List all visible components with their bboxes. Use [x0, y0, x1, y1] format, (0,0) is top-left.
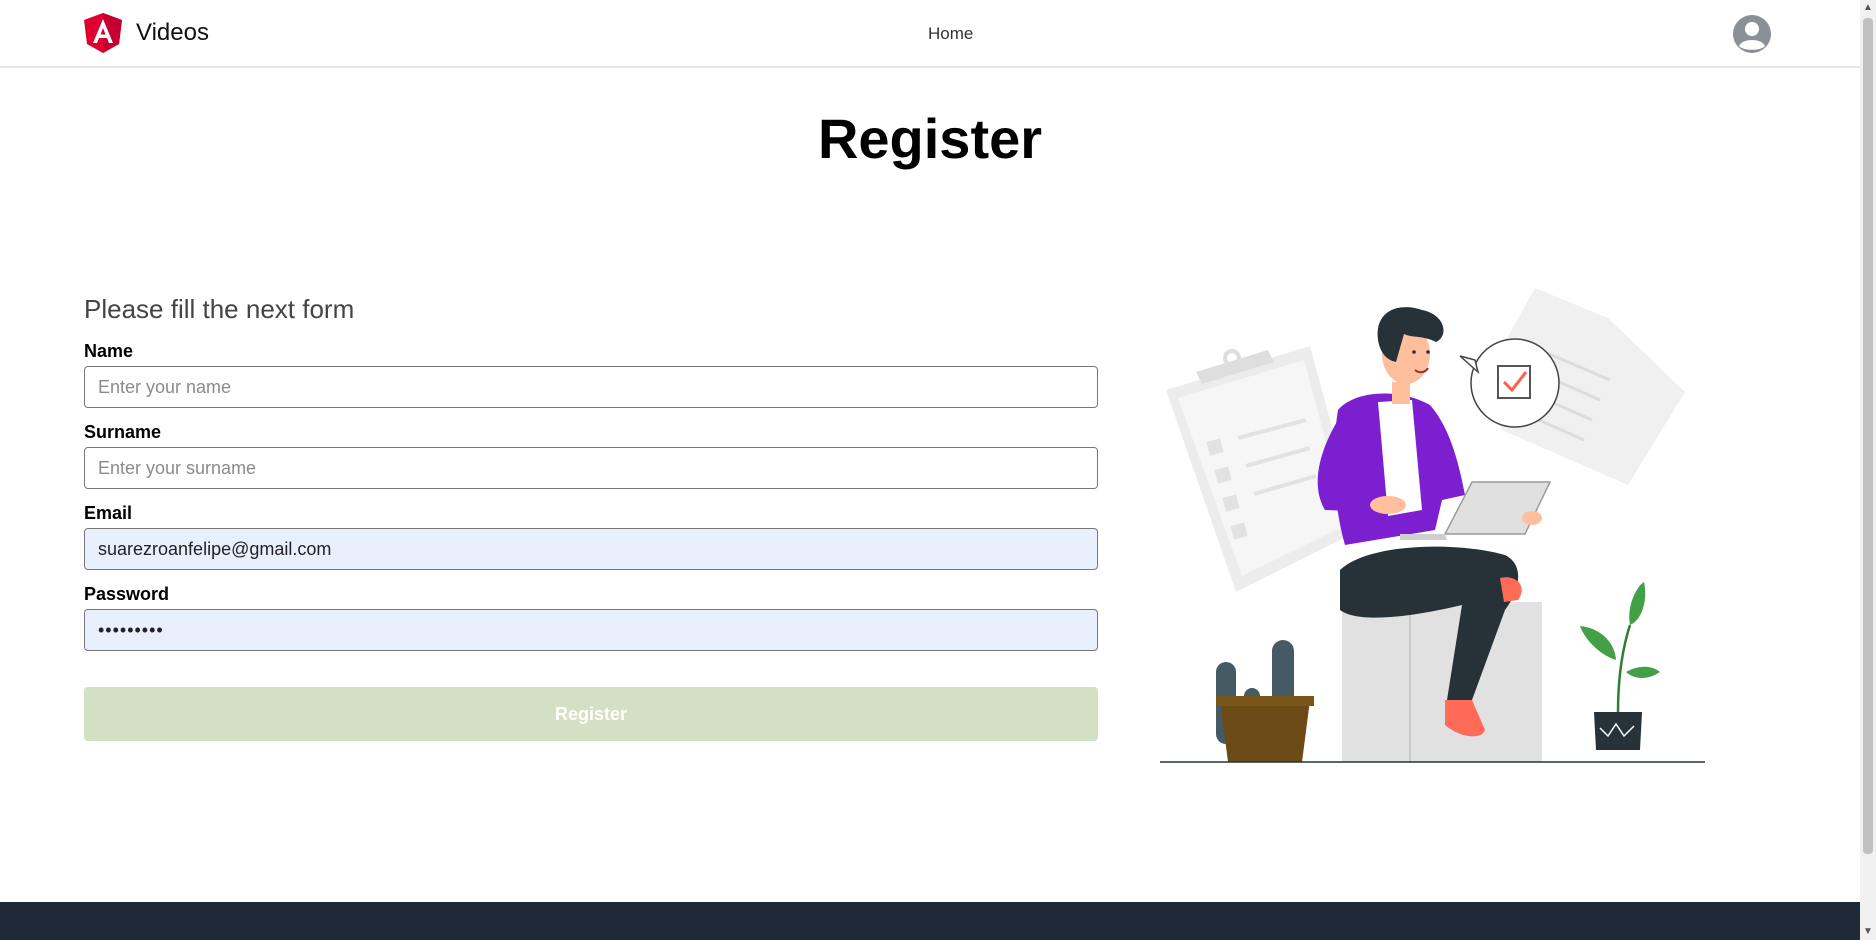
vertical-scrollbar[interactable]: ▲ ▼ [1860, 0, 1876, 940]
surname-input[interactable] [84, 447, 1098, 489]
scroll-up-icon[interactable]: ▲ [1860, 0, 1876, 16]
email-label: Email [84, 503, 133, 523]
scroll-down-icon[interactable]: ▼ [1860, 924, 1876, 940]
stool-illustration [1342, 602, 1542, 762]
speech-bubble-check-icon [1459, 338, 1560, 428]
leaf-plant-illustration [1580, 582, 1660, 750]
top-navbar: Videos Home [0, 0, 1860, 68]
footer [0, 902, 1860, 940]
cactus-plant-illustration [1216, 640, 1314, 762]
password-field-group: Password [84, 584, 1098, 651]
name-field-group: Name [84, 341, 1098, 408]
form-subtitle: Please fill the next form [84, 294, 355, 324]
scroll-thumb[interactable] [1863, 18, 1873, 854]
surname-field-group: Surname [84, 422, 1098, 489]
surname-label: Surname [84, 422, 162, 442]
email-field-group: Email [84, 503, 1098, 570]
register-button[interactable]: Register [84, 687, 1098, 741]
name-input[interactable] [84, 366, 1098, 408]
angular-logo-icon [84, 13, 122, 53]
name-label: Name [84, 341, 134, 361]
email-input[interactable] [84, 528, 1098, 570]
password-label: Password [84, 584, 170, 604]
brand-name: Videos [136, 19, 209, 46]
password-input[interactable] [84, 609, 1098, 651]
page-title: Register [817, 107, 1043, 170]
brand[interactable]: Videos [84, 13, 209, 53]
user-avatar-icon[interactable] [1732, 14, 1772, 54]
nav-home-link[interactable]: Home [928, 24, 973, 44]
register-form: Please fill the next form Name Surname E… [84, 294, 1098, 741]
register-illustration [1160, 288, 1705, 763]
